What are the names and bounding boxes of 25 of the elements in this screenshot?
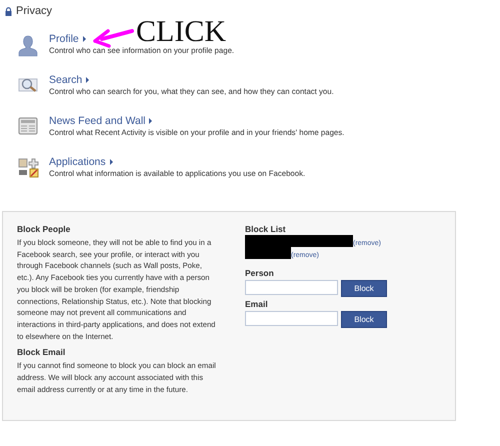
applications-icon (18, 158, 40, 178)
newspaper-icon (18, 117, 38, 135)
field-label: Person (245, 268, 275, 278)
block-button[interactable]: Block (341, 311, 387, 328)
caret-icon (110, 159, 113, 165)
setting-link[interactable]: Applications (49, 156, 106, 168)
caret-icon (82, 36, 86, 42)
lock-icon (5, 6, 12, 16)
annotation-text: CLICK (136, 20, 226, 44)
field-label: Email (245, 299, 269, 309)
caret-icon (86, 77, 90, 83)
arrow-drawing (92, 26, 134, 48)
setting-link[interactable]: Profile (49, 33, 79, 45)
section-heading: Block Email (17, 347, 66, 358)
section-title: Privacy (16, 5, 52, 17)
caret-icon (149, 118, 152, 124)
search-icon (18, 76, 40, 94)
setting-link[interactable]: Search (49, 74, 82, 86)
person-silhouette-icon (18, 35, 38, 57)
setting-link[interactable]: News Feed and Wall (49, 115, 146, 127)
input-field[interactable] (245, 280, 338, 295)
block-button[interactable]: Block (341, 280, 387, 297)
block-list-label: Block List (245, 224, 287, 234)
input-field[interactable] (245, 311, 338, 326)
section-heading: Block People (17, 224, 72, 234)
